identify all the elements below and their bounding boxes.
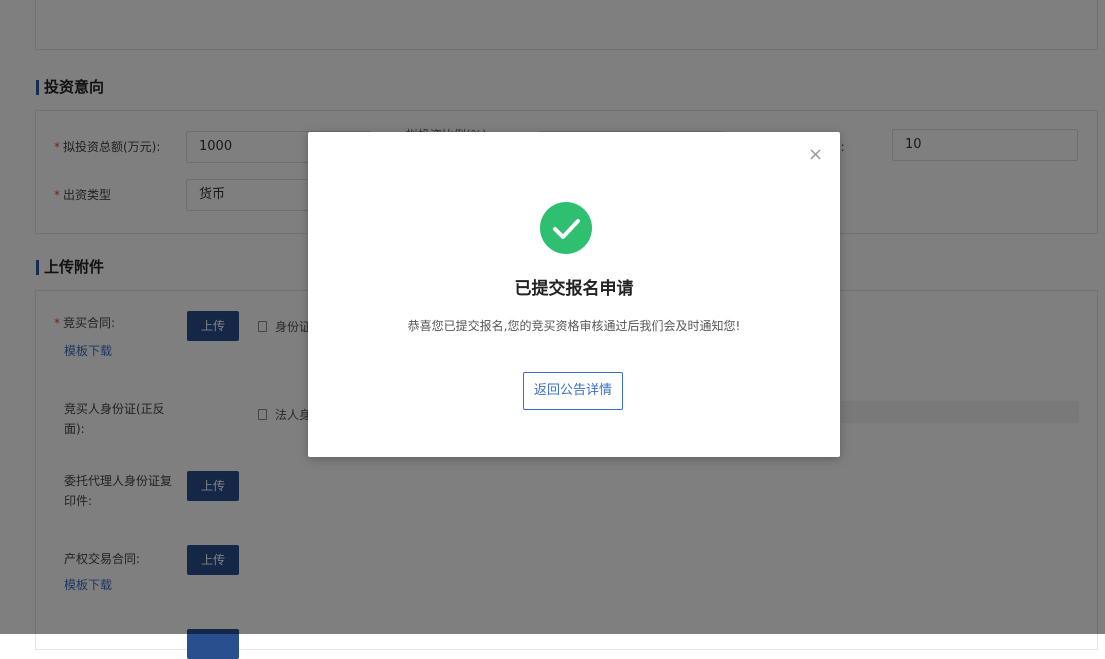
dialog-message: 恭喜您已提交报名,您的竞买资格审核通过后我们会及时通知您! bbox=[407, 319, 741, 333]
dialog-title: 已提交报名申请 bbox=[514, 279, 634, 299]
success-dialog: × 已提交报名申请 恭喜您已提交报名,您的竞买资格审核通过后我们会及时通知您! … bbox=[308, 132, 840, 457]
return-to-announcement-button[interactable]: 返回公告详情 bbox=[523, 372, 623, 410]
check-icon bbox=[540, 202, 592, 254]
close-icon[interactable]: × bbox=[808, 146, 823, 164]
modal-overlay[interactable]: × 已提交报名申请 恭喜您已提交报名,您的竞买资格审核通过后我们会及时通知您! … bbox=[0, 0, 1105, 634]
